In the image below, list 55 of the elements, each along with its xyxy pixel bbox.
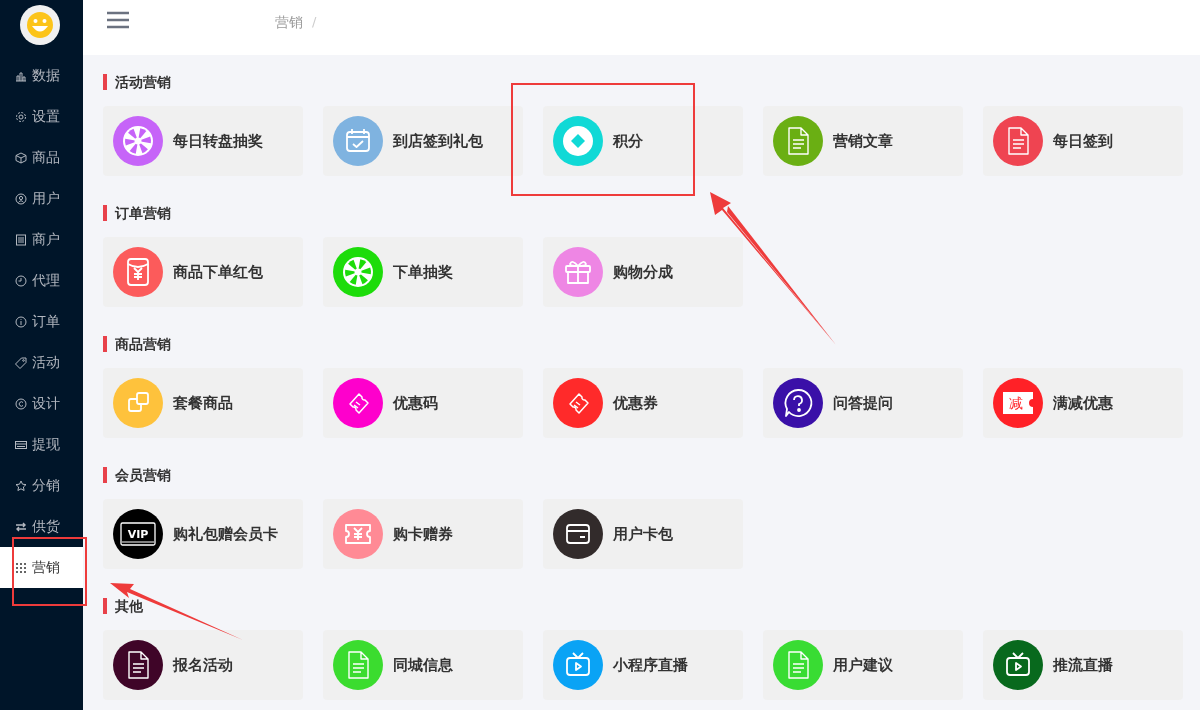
feature-card[interactable]: 到店签到礼包: [323, 106, 523, 176]
sidebar-item[interactable]: 代理: [0, 260, 83, 301]
section-title: 活动营销: [103, 74, 1200, 90]
feature-card[interactable]: 推流直播: [983, 630, 1183, 700]
sidebar-item[interactable]: 设置: [0, 96, 83, 137]
grid-icon: [15, 561, 27, 574]
card-icon: [15, 438, 27, 451]
feature-card[interactable]: 下单抽奖: [323, 237, 523, 307]
menu-icon[interactable]: [106, 11, 130, 29]
feature-card[interactable]: 用户建议: [763, 630, 963, 700]
breadcrumb-separator: /: [312, 14, 317, 29]
tag-icon: [15, 356, 27, 369]
clock-icon: [15, 274, 27, 287]
feature-card[interactable]: 小程序直播: [543, 630, 743, 700]
sidebar-item[interactable]: 分销: [0, 465, 83, 506]
smiley-logo-icon: [20, 5, 60, 45]
feature-card[interactable]: VIP 购礼包赠会员卡: [103, 499, 303, 569]
feature-card[interactable]: 问答提问: [763, 368, 963, 438]
section-title: 商品营销: [103, 336, 1200, 352]
sidebar-item[interactable]: 订单: [0, 301, 83, 342]
sidebar-item[interactable]: 商品: [0, 137, 83, 178]
vip-icon: VIP: [113, 509, 163, 559]
sidebar-item[interactable]: 提现: [0, 424, 83, 465]
sidebar-item[interactable]: 数据: [0, 55, 83, 96]
cube-icon: [15, 151, 27, 164]
feature-card[interactable]: 积分: [543, 106, 743, 176]
feature-card[interactable]: 同城信息: [323, 630, 523, 700]
sidebar-item[interactable]: 活动: [0, 342, 83, 383]
feature-card[interactable]: 套餐商品: [103, 368, 303, 438]
section-title: 会员营销: [103, 467, 1200, 483]
feature-card[interactable]: 每日签到: [983, 106, 1183, 176]
sidebar-item[interactable]: 商户: [0, 219, 83, 260]
sidebar-item[interactable]: 用户: [0, 178, 83, 219]
chart-icon: [15, 69, 27, 82]
list-icon: [15, 233, 27, 246]
gear-icon: [15, 110, 27, 123]
sidebar-item[interactable]: 供货: [0, 506, 83, 547]
swap-icon: [15, 520, 27, 533]
feature-card[interactable]: 商品下单红包: [103, 237, 303, 307]
feature-card[interactable]: 营销文章: [763, 106, 963, 176]
feature-card[interactable]: 减 满减优惠: [983, 368, 1183, 438]
copyright-icon: [15, 397, 27, 410]
feature-card[interactable]: 用户卡包: [543, 499, 743, 569]
feature-card[interactable]: 购卡赠券: [323, 499, 523, 569]
feature-card[interactable]: 购物分成: [543, 237, 743, 307]
feature-card[interactable]: 优惠券: [543, 368, 743, 438]
sidebar-item[interactable]: 营销: [0, 547, 83, 588]
feature-card[interactable]: 每日转盘抽奖: [103, 106, 303, 176]
info-icon: [15, 315, 27, 328]
user-icon: [15, 192, 27, 205]
star-icon: [15, 479, 27, 492]
sidebar-item[interactable]: 设计: [0, 383, 83, 424]
coupon-icon: 减: [993, 378, 1043, 428]
feature-card[interactable]: 优惠码: [323, 368, 523, 438]
feature-card[interactable]: 报名活动: [103, 630, 303, 700]
